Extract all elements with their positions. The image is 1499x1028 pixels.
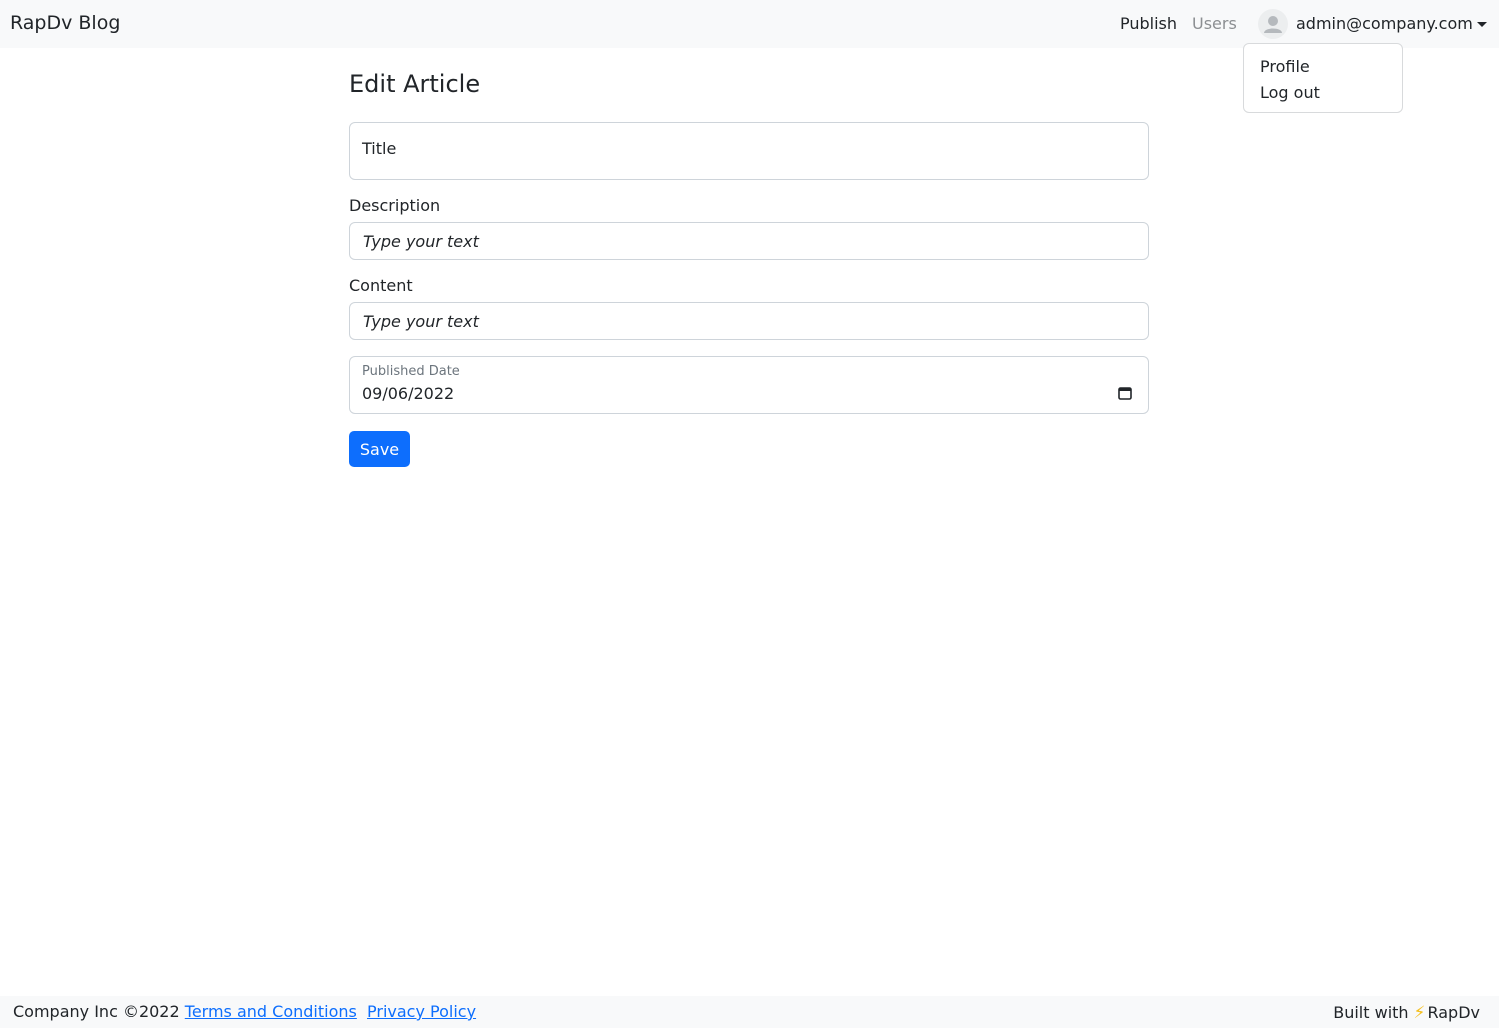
title-field[interactable]: Title (349, 122, 1149, 180)
footer-copyright: Company Inc ©2022 (13, 1002, 180, 1021)
description-label: Description (349, 196, 441, 215)
nav-link-users[interactable]: Users (1192, 14, 1237, 34)
privacy-link[interactable]: Privacy Policy (367, 1002, 476, 1021)
dropdown-item-profile[interactable]: Profile (1244, 54, 1402, 80)
brand-logo[interactable]: RapDv Blog (10, 11, 120, 35)
published-date-label: Published Date (362, 364, 460, 379)
published-date-value: 09/06/2022 (362, 384, 455, 403)
user-avatar-icon (1258, 9, 1288, 39)
built-with-text: Built with (1333, 1003, 1409, 1022)
description-input[interactable] (349, 222, 1149, 260)
built-with-brand[interactable]: RapDv (1427, 1003, 1480, 1023)
footer: Company Inc ©2022 Terms and Conditions P… (0, 996, 1499, 1028)
footer-built-with: Built with ⚡ RapDv (1333, 1003, 1480, 1023)
content-label: Content (349, 276, 413, 295)
nav-link-publish[interactable]: Publish (1120, 14, 1177, 34)
title-label: Title (362, 139, 397, 158)
dropdown-item-logout[interactable]: Log out (1244, 80, 1402, 106)
footer-left: Company Inc ©2022 Terms and Conditions P… (13, 1002, 476, 1022)
page-title: Edit Article (349, 70, 481, 98)
top-navbar: RapDv Blog Publish Users admin@company.c… (0, 0, 1499, 48)
lightning-bolt-icon: ⚡ (1413, 1003, 1426, 1023)
published-date-field[interactable]: Published Date 09/06/2022 (349, 356, 1149, 414)
content-input[interactable] (349, 302, 1149, 340)
user-email: admin@company.com (1296, 14, 1473, 33)
save-button[interactable]: Save (349, 431, 410, 467)
caret-down-icon (1476, 21, 1487, 27)
calendar-icon[interactable] (1118, 385, 1132, 404)
user-menu-toggle[interactable]: admin@company.com (1258, 8, 1487, 40)
terms-link[interactable]: Terms and Conditions (185, 1002, 357, 1021)
user-dropdown-menu: Profile Log out (1243, 43, 1403, 113)
